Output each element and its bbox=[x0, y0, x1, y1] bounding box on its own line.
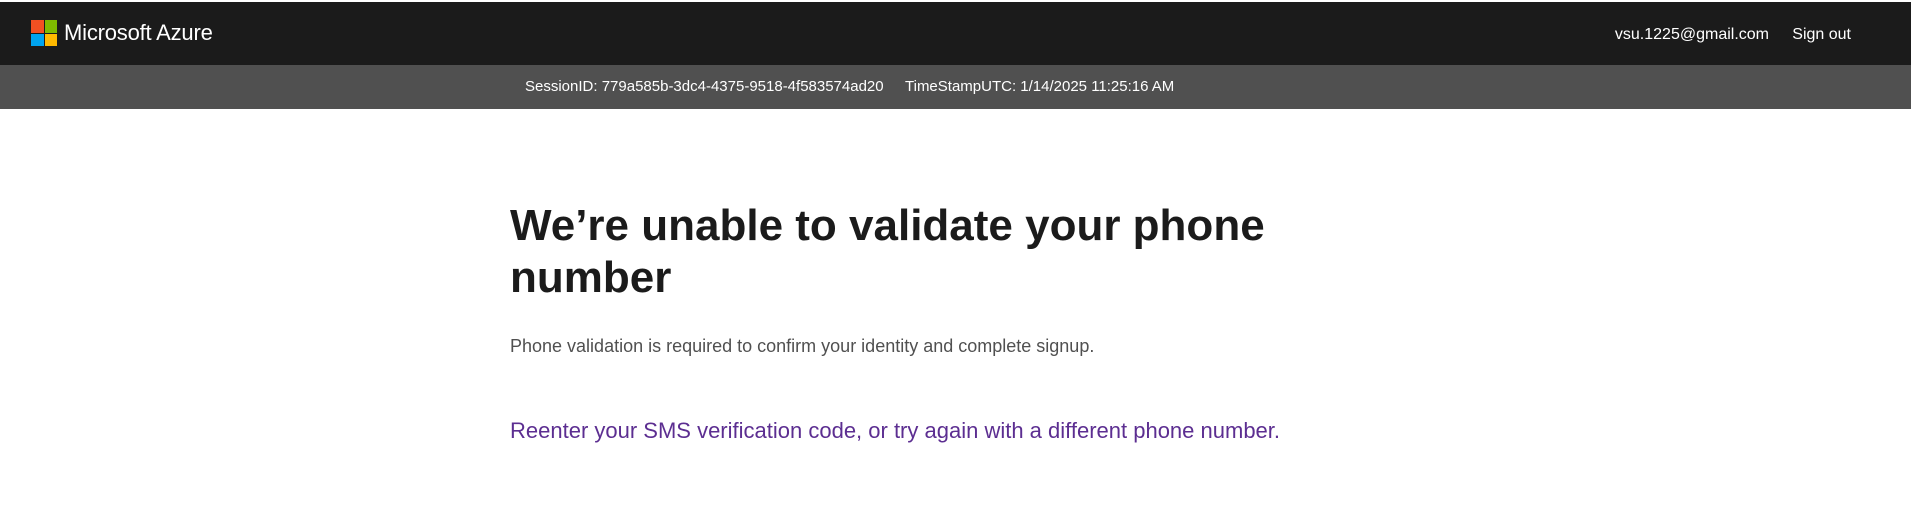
sign-out-link[interactable]: Sign out bbox=[1792, 24, 1851, 46]
logo-square-green bbox=[44, 20, 57, 33]
retry-verification-link[interactable]: Reenter your SMS verification code, or t… bbox=[510, 417, 1280, 445]
session-id: SessionID: 779a585b-3dc4-4375-9518-4f583… bbox=[525, 78, 884, 95]
top-navigation-bar: Microsoft Azure vsu.1225@gmail.com Sign … bbox=[0, 2, 1911, 65]
logo-square-red bbox=[31, 20, 44, 33]
logo-square-blue bbox=[31, 33, 44, 46]
page-title: We’re unable to validate your phone numb… bbox=[510, 201, 1265, 302]
page-subtitle: Phone validation is required to confirm … bbox=[510, 336, 1095, 356]
user-email: vsu.1225@gmail.com bbox=[1614, 26, 1769, 43]
brand[interactable]: Microsoft Azure bbox=[31, 19, 213, 47]
logo-square-yellow bbox=[44, 33, 57, 46]
microsoft-logo-icon bbox=[31, 20, 57, 46]
brand-name: Microsoft Azure bbox=[64, 20, 213, 45]
main-content: We’re unable to validate your phone numb… bbox=[510, 200, 1330, 445]
timestamp-utc: TimeStampUTC: 1/14/2025 11:25:16 AM bbox=[905, 78, 1175, 95]
session-info-bar: SessionID: 779a585b-3dc4-4375-9518-4f583… bbox=[0, 65, 1911, 109]
